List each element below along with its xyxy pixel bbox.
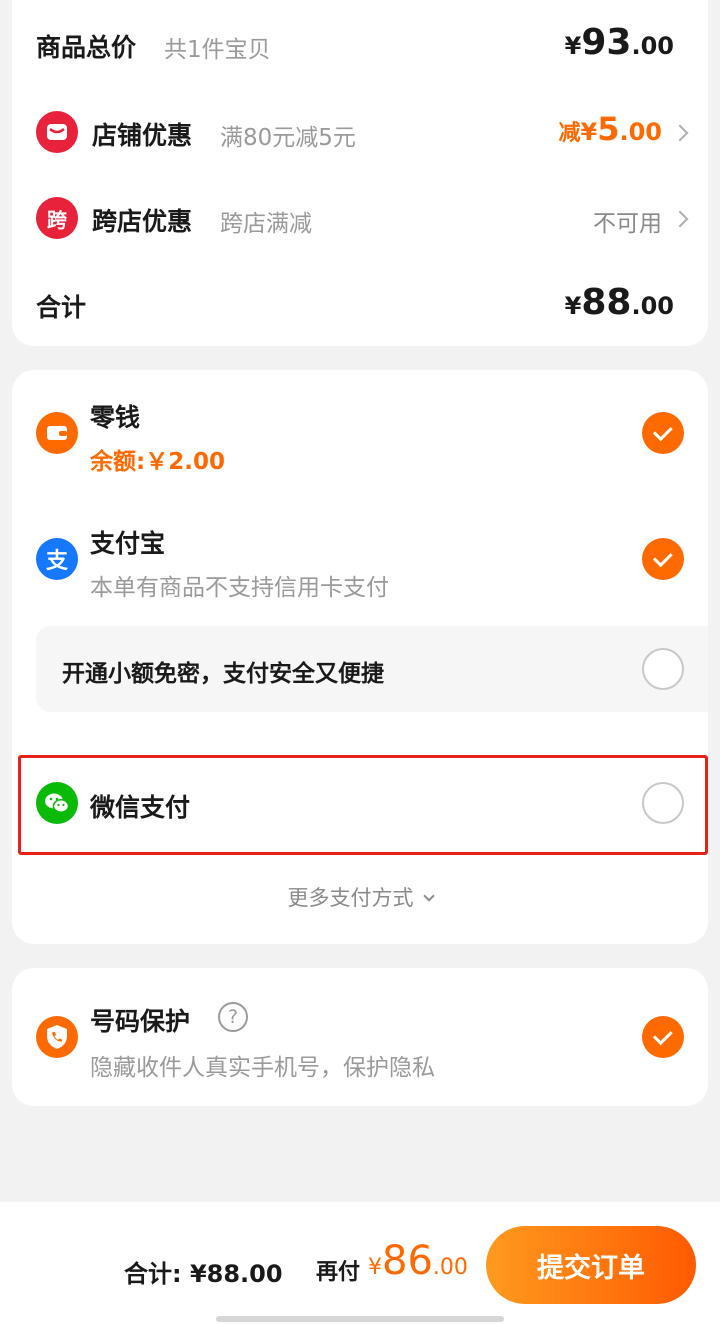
payment-method-card: 零钱 余额:￥2.00 支 支付宝 本单有商品不支持信用卡支付 开通小额免密，支… bbox=[12, 370, 708, 944]
cross-store-desc: 跨店满减 bbox=[220, 211, 312, 237]
number-protection-card: 号码保护 ? 隐藏收件人真实手机号，保护隐私 bbox=[12, 968, 708, 1106]
checkout-bar: 合计: ¥88.00 再付 ¥86.00 提交订单 bbox=[0, 1202, 720, 1324]
cross-store-icon: 跨 bbox=[36, 197, 78, 239]
sum-price: ¥88.00 bbox=[564, 282, 674, 323]
alipay-row[interactable]: 支 支付宝 本单有商品不支持信用卡支付 bbox=[12, 516, 708, 606]
footer-pay-label: 再付 bbox=[316, 1260, 361, 1285]
sum-label: 合计 bbox=[36, 293, 87, 322]
footer-pay-amount: ¥86.00 bbox=[368, 1238, 468, 1284]
no-password-label: 开通小额免密，支付安全又便捷 bbox=[62, 661, 384, 687]
shop-discount-desc: 满80元减5元 bbox=[220, 125, 356, 151]
number-protection-check-icon[interactable] bbox=[642, 1016, 684, 1058]
alipay-label: 支付宝 bbox=[90, 529, 166, 558]
more-payment-row[interactable]: 更多支付方式 bbox=[12, 882, 708, 922]
alipay-check-icon[interactable] bbox=[642, 538, 684, 580]
submit-order-button[interactable]: 提交订单 bbox=[486, 1226, 696, 1304]
number-protection-row[interactable]: 号码保护 ? 隐藏收件人真实手机号，保护隐私 bbox=[12, 994, 708, 1084]
goods-total-label: 商品总价 bbox=[36, 33, 137, 62]
number-protection-label: 号码保护 bbox=[90, 1007, 191, 1036]
phone-shield-icon bbox=[36, 1016, 78, 1058]
change-balance: 余额:￥2.00 bbox=[90, 449, 225, 475]
goods-total-price: ¥93.00 bbox=[564, 22, 674, 63]
chevron-down-icon bbox=[422, 890, 435, 902]
chevron-right-icon bbox=[671, 210, 689, 228]
wechat-highlight-box bbox=[18, 755, 708, 855]
order-summary-card: 商品总价 共1件宝贝 ¥93.00 店铺优惠 满80元减5元 减¥5.00 跨 … bbox=[12, 0, 708, 346]
cross-store-status: 不可用 bbox=[593, 211, 662, 237]
wallet-icon bbox=[36, 412, 78, 454]
change-check-icon[interactable] bbox=[642, 412, 684, 454]
shop-discount-amount: 减¥5.00 bbox=[558, 110, 663, 148]
goods-total-row: 商品总价 共1件宝贝 ¥93.00 bbox=[12, 16, 708, 76]
shop-discount-row[interactable]: 店铺优惠 满80元减5元 减¥5.00 bbox=[12, 100, 708, 164]
sum-row: 合计 ¥88.00 bbox=[12, 274, 708, 334]
shop-discount-label: 店铺优惠 bbox=[92, 121, 193, 150]
more-payment-label: 更多支付方式 bbox=[287, 886, 414, 910]
no-password-row[interactable]: 开通小额免密，支付安全又便捷 bbox=[36, 626, 708, 712]
item-count: 共1件宝贝 bbox=[164, 37, 271, 63]
home-indicator bbox=[216, 1316, 504, 1322]
number-protection-desc: 隐藏收件人真实手机号，保护隐私 bbox=[90, 1055, 435, 1081]
shop-icon bbox=[36, 111, 78, 153]
no-password-radio-icon[interactable] bbox=[642, 648, 684, 690]
cross-store-label: 跨店优惠 bbox=[92, 207, 193, 236]
chevron-right-icon bbox=[671, 124, 689, 142]
change-pay-row[interactable]: 零钱 余额:￥2.00 bbox=[12, 390, 708, 480]
cross-store-discount-row[interactable]: 跨 跨店优惠 跨店满减 不可用 bbox=[12, 186, 708, 250]
footer-total: 合计: ¥88.00 bbox=[124, 1260, 283, 1288]
alipay-icon: 支 bbox=[36, 538, 78, 580]
help-icon[interactable]: ? bbox=[218, 1002, 248, 1032]
change-label: 零钱 bbox=[90, 403, 141, 432]
alipay-note: 本单有商品不支持信用卡支付 bbox=[90, 575, 389, 601]
